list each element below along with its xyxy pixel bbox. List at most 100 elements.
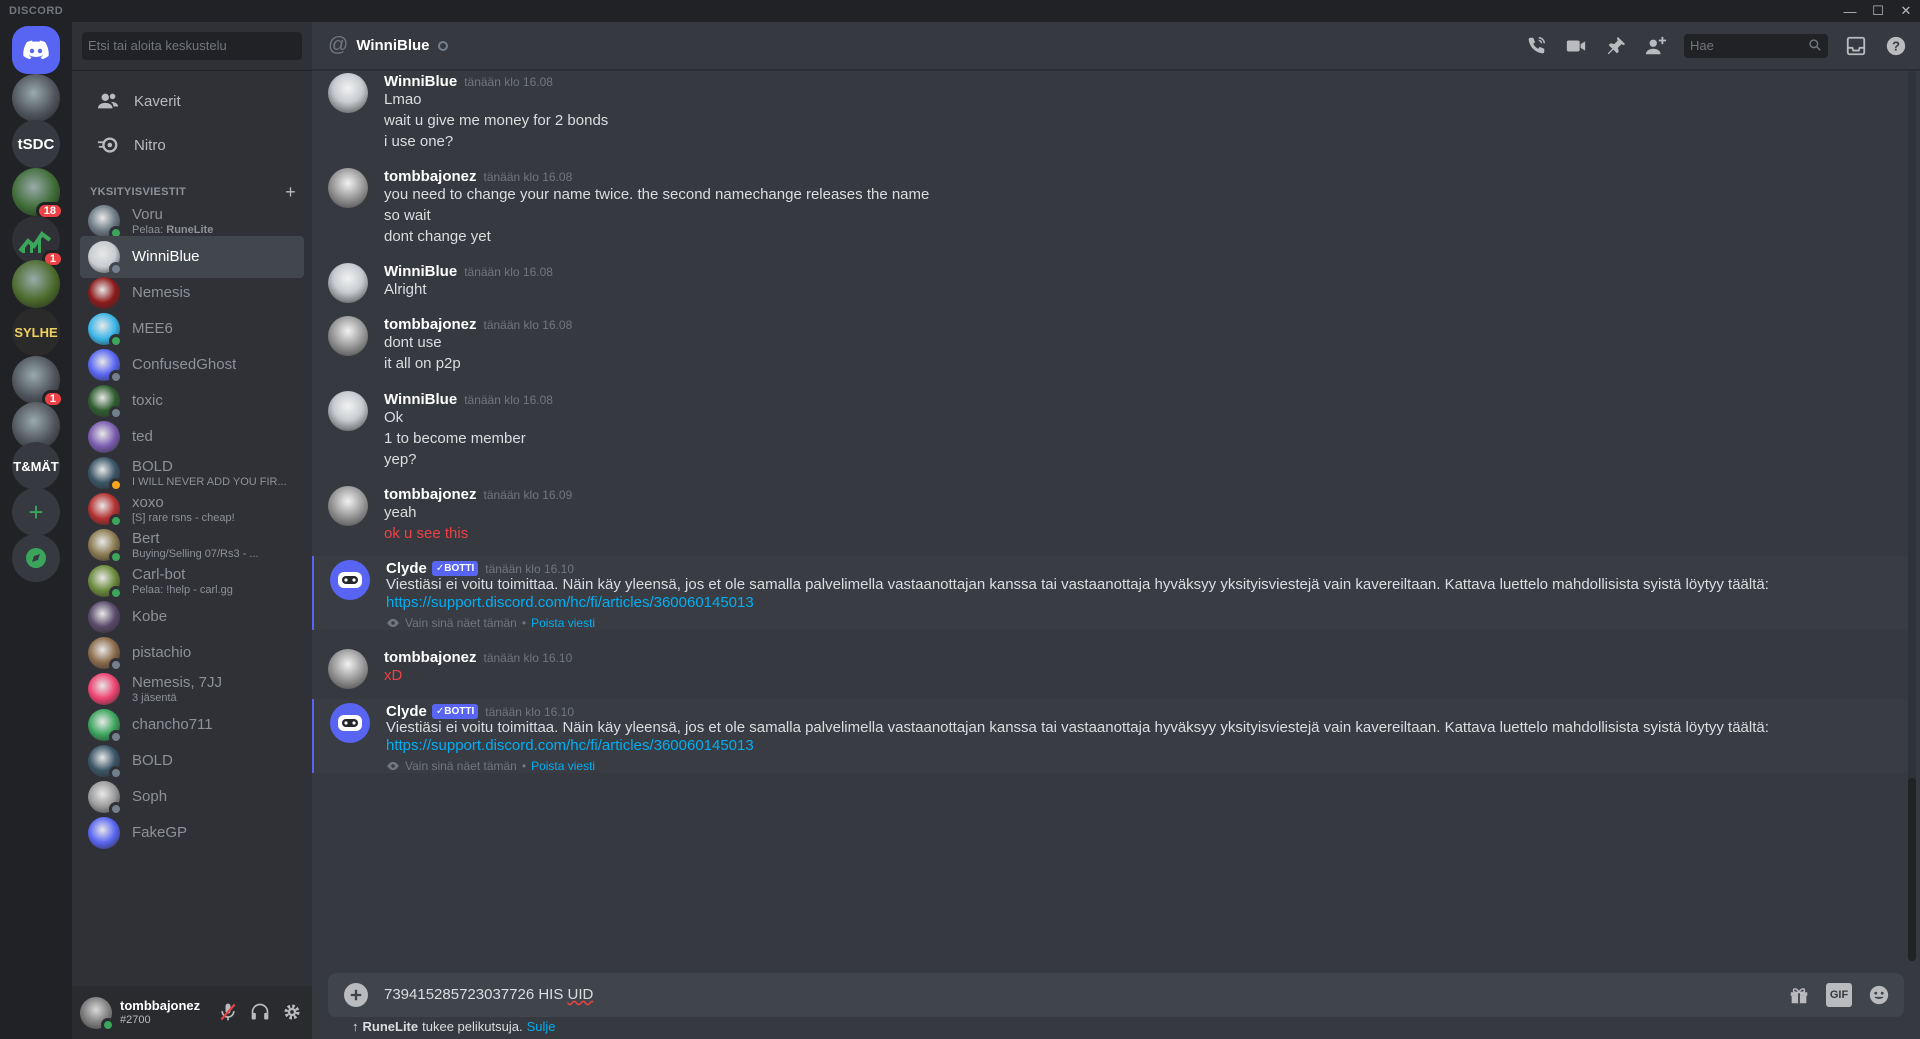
message-text: xD <box>384 667 403 684</box>
message-avatar[interactable] <box>330 560 370 600</box>
guild-explore[interactable] <box>12 534 60 582</box>
guild-server-tmat[interactable]: T&MÄT <box>12 442 60 490</box>
message-avatar[interactable] <box>328 168 368 208</box>
close-icon[interactable]: ✕ <box>1892 0 1920 22</box>
add-server-icon: + <box>28 496 44 527</box>
dm-name: BOLD <box>132 457 173 475</box>
message-avatar[interactable] <box>328 486 368 526</box>
message-text: yeah <box>384 504 417 521</box>
pin-icon[interactable] <box>1604 34 1628 58</box>
message-avatar[interactable] <box>330 703 370 743</box>
offline-status-icon <box>437 40 448 51</box>
scrollbar-thumb[interactable] <box>1908 778 1916 961</box>
guild-server-chart[interactable]: 1 <box>12 216 64 268</box>
message: tombbajonez tänään klo 16.09 yeah ok u see … <box>312 484 1908 560</box>
find-conversation-button[interactable]: Etsi tai aloita keskustelu <box>82 32 302 60</box>
guild-server-teds[interactable] <box>12 260 60 308</box>
avatar <box>88 601 120 633</box>
dm-name: Bert <box>132 529 160 547</box>
attach-plus-icon[interactable] <box>344 983 368 1007</box>
message-text: ok u see this <box>384 525 469 542</box>
guild-server-crow[interactable] <box>12 74 60 122</box>
dm-header-label: YKSITYISVIESTIT <box>90 186 187 198</box>
message-avatar[interactable] <box>328 391 368 431</box>
message-text: Lmao <box>384 91 422 108</box>
note-separator: • <box>521 616 527 630</box>
dm-subtext-text: Pelaa: !help - carl.gg <box>132 583 233 596</box>
dm-name: Nemesis <box>132 284 191 301</box>
message-text: i use one? <box>384 133 454 150</box>
message-input[interactable]: 739415285723037726 HIS UID <box>384 985 593 1005</box>
user-avatar[interactable] <box>80 996 115 1032</box>
header-search-input[interactable]: Hae <box>1684 34 1828 58</box>
message-avatar[interactable] <box>328 73 368 113</box>
dm-subtext-text: [S] rare rsns - cheap! <box>132 511 235 524</box>
minimize-icon[interactable]: — <box>1836 0 1864 22</box>
dm-name: Kobe <box>132 608 168 625</box>
dm-name: Nemesis, 7JJ <box>132 673 223 691</box>
support-link[interactable]: https://support.discord.com/hc/fi/articl… <box>386 735 754 757</box>
message-timestamp: tänään klo 16.08 <box>464 393 553 407</box>
dm-subtext: I WILL NEVER ADD YOU FIR... <box>132 476 287 489</box>
message-avatar[interactable] <box>328 263 368 303</box>
clyde-bot-icon <box>338 715 362 731</box>
divider <box>72 70 312 71</box>
nav-friends[interactable]: Kaverit <box>80 80 304 122</box>
headphones-icon[interactable] <box>248 1000 272 1024</box>
chat-header: @ WinniBlue Hae ? <box>312 22 1920 70</box>
message: tombbajonez tänään klo 16.10 xD <box>312 647 1908 702</box>
message-text: dont change yet <box>384 228 491 245</box>
message-avatar[interactable] <box>328 649 368 689</box>
guild-server-tsdc[interactable]: tSDC <box>12 120 60 168</box>
message-composer[interactable]: 739415285723037726 HIS UID GIF <box>328 973 1904 1017</box>
help-icon[interactable]: ? <box>1884 34 1908 58</box>
eye-icon <box>387 761 399 771</box>
emoji-icon[interactable] <box>1866 983 1892 1007</box>
settings-gear-icon[interactable] <box>280 1000 304 1024</box>
window-controls: — ☐ ✕ <box>1836 0 1920 22</box>
discord-logo-icon <box>23 40 49 60</box>
dm-name: Soph <box>132 788 168 805</box>
app-name: DISCORD <box>9 5 64 17</box>
message-text: wait u give me money for 2 bonds <box>384 112 609 129</box>
maximize-icon[interactable]: ☐ <box>1864 0 1892 22</box>
avatar <box>88 493 123 528</box>
support-link[interactable]: https://support.discord.com/hc/fi/articl… <box>386 592 754 614</box>
avatar <box>88 673 120 705</box>
avatar <box>88 817 120 849</box>
message-text: yep? <box>384 451 417 468</box>
gif-icon[interactable]: GIF <box>1826 983 1852 1007</box>
message-input-text: 739415285723037726 HIS <box>384 986 568 1003</box>
dm-name: toxic <box>132 392 163 409</box>
chat-title: WinniBlue <box>356 37 430 54</box>
message-text: Alright <box>384 281 427 298</box>
video-call-icon[interactable] <box>1564 34 1588 58</box>
message-avatar[interactable] <box>328 316 368 356</box>
guild-server-sylhe[interactable]: SYLHE <box>12 308 60 356</box>
user-tag: #2700 <box>120 1014 151 1026</box>
dismiss-message-link[interactable]: Poista viesti <box>531 616 595 630</box>
dm-item[interactable]: FakeGP <box>80 812 304 854</box>
nav-nitro[interactable]: Nitro <box>80 124 304 166</box>
activity-close-link[interactable]: Sulje <box>527 1019 556 1035</box>
ephemeral-message: Clyde ✓ BOTTI tänään klo 16.10 Viestiäsi ei… <box>312 699 1908 773</box>
dm-sidebar: Etsi tai aloita keskustelu Kaverit Nitro… <box>72 22 312 1039</box>
dm-subtext-text: I WILL NEVER ADD YOU FIR... <box>132 475 287 488</box>
dismiss-message-link[interactable]: Poista viesti <box>531 759 595 773</box>
guild-add-server[interactable]: + <box>12 488 60 536</box>
at-icon: @ <box>328 34 349 56</box>
mute-icon[interactable] <box>216 1000 240 1024</box>
message: tombbajonez tänään klo 16.08 you need to c… <box>312 166 1908 263</box>
add-friend-icon[interactable] <box>1644 34 1668 58</box>
message-timestamp: tänään klo 16.08 <box>464 75 553 89</box>
gift-icon[interactable] <box>1786 983 1812 1007</box>
dm-subtext-text: 3 jäsentä <box>132 691 177 704</box>
dm-name: FakeGP <box>132 824 188 841</box>
guild-server-grey[interactable]: 1 <box>12 356 64 408</box>
guild-server-green[interactable]: 18 <box>12 168 64 220</box>
guild-home[interactable] <box>12 26 60 74</box>
inbox-icon[interactable] <box>1844 34 1868 58</box>
voice-call-icon[interactable] <box>1524 34 1548 58</box>
avatar <box>88 421 120 453</box>
message-text: dont use <box>384 334 442 351</box>
